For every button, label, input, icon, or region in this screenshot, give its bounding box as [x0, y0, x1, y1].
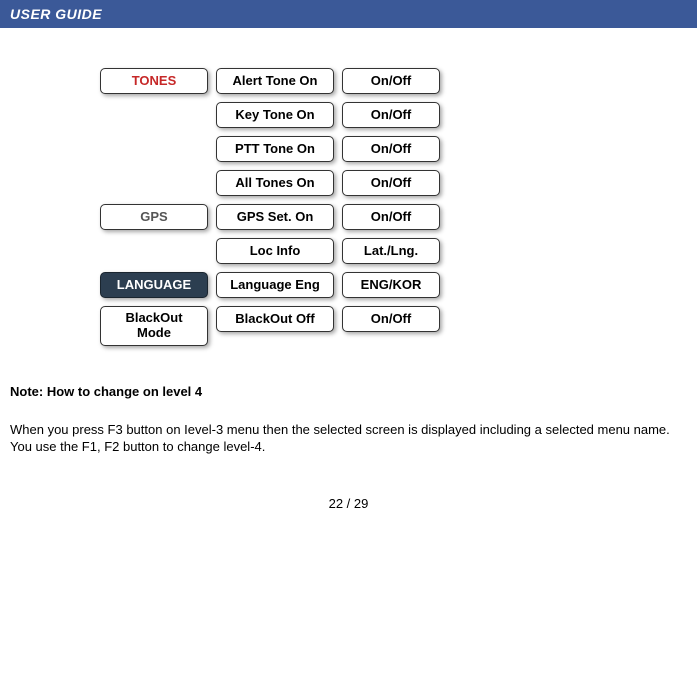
value-gps-set: On/Off — [342, 204, 440, 230]
category-label: GPS — [140, 210, 167, 225]
setting-label: Alert Tone On — [233, 74, 318, 89]
setting-language: Language Eng — [216, 272, 334, 298]
note-section: Note: How to change on level 4 When you … — [0, 384, 697, 456]
setting-label: BlackOut Off — [235, 312, 314, 327]
setting-key-tone: Key Tone On — [216, 102, 334, 128]
menu-row-alert-tone: TONES Alert Tone On On/Off — [100, 68, 697, 94]
menu-diagram: TONES Alert Tone On On/Off Key Tone On O… — [0, 28, 697, 384]
value-language: ENG/KOR — [342, 272, 440, 298]
setting-label: Loc Info — [250, 244, 301, 259]
header-title: USER GUIDE — [10, 6, 102, 22]
value-key-tone: On/Off — [342, 102, 440, 128]
category-language: LANGUAGE — [100, 272, 208, 298]
setting-label: Language Eng — [230, 278, 320, 293]
menu-row-all-tones: All Tones On On/Off — [100, 170, 697, 196]
setting-label: GPS Set. On — [237, 210, 314, 225]
setting-label: All Tones On — [235, 176, 314, 191]
menu-row-language: LANGUAGE Language Eng ENG/KOR — [100, 272, 697, 298]
category-label: TONES — [132, 74, 177, 89]
setting-loc-info: Loc Info — [216, 238, 334, 264]
value-ptt-tone: On/Off — [342, 136, 440, 162]
setting-all-tones: All Tones On — [216, 170, 334, 196]
value-label: On/Off — [371, 74, 411, 89]
value-label: On/Off — [371, 142, 411, 157]
value-blackout: On/Off — [342, 306, 440, 332]
note-body: When you press F3 button on Ievel-3 menu… — [10, 421, 687, 456]
value-label: On/Off — [371, 312, 411, 327]
note-heading: Note: How to change on level 4 — [10, 384, 687, 399]
menu-row-key-tone: Key Tone On On/Off — [100, 102, 697, 128]
setting-ptt-tone: PTT Tone On — [216, 136, 334, 162]
value-label: On/Off — [371, 210, 411, 225]
value-label: ENG/KOR — [361, 278, 422, 293]
menu-row-blackout: BlackOut Mode BlackOut Off On/Off — [100, 306, 697, 346]
setting-label: PTT Tone On — [235, 142, 315, 157]
category-gps: GPS — [100, 204, 208, 230]
page-number: 22 / 29 — [0, 496, 697, 521]
category-blackout: BlackOut Mode — [100, 306, 208, 346]
category-label: BlackOut Mode — [107, 311, 201, 341]
menu-row-ptt-tone: PTT Tone On On/Off — [100, 136, 697, 162]
value-label: On/Off — [371, 176, 411, 191]
value-loc-info: Lat./Lng. — [342, 238, 440, 264]
value-all-tones: On/Off — [342, 170, 440, 196]
menu-row-loc-info: Loc Info Lat./Lng. — [100, 238, 697, 264]
header-bar: USER GUIDE — [0, 0, 697, 28]
setting-gps-set: GPS Set. On — [216, 204, 334, 230]
value-alert-tone: On/Off — [342, 68, 440, 94]
setting-label: Key Tone On — [235, 108, 314, 123]
category-label: LANGUAGE — [117, 278, 191, 293]
setting-blackout: BlackOut Off — [216, 306, 334, 332]
value-label: Lat./Lng. — [364, 244, 418, 259]
value-label: On/Off — [371, 108, 411, 123]
menu-row-gps-set: GPS GPS Set. On On/Off — [100, 204, 697, 230]
category-tones: TONES — [100, 68, 208, 94]
setting-alert-tone: Alert Tone On — [216, 68, 334, 94]
